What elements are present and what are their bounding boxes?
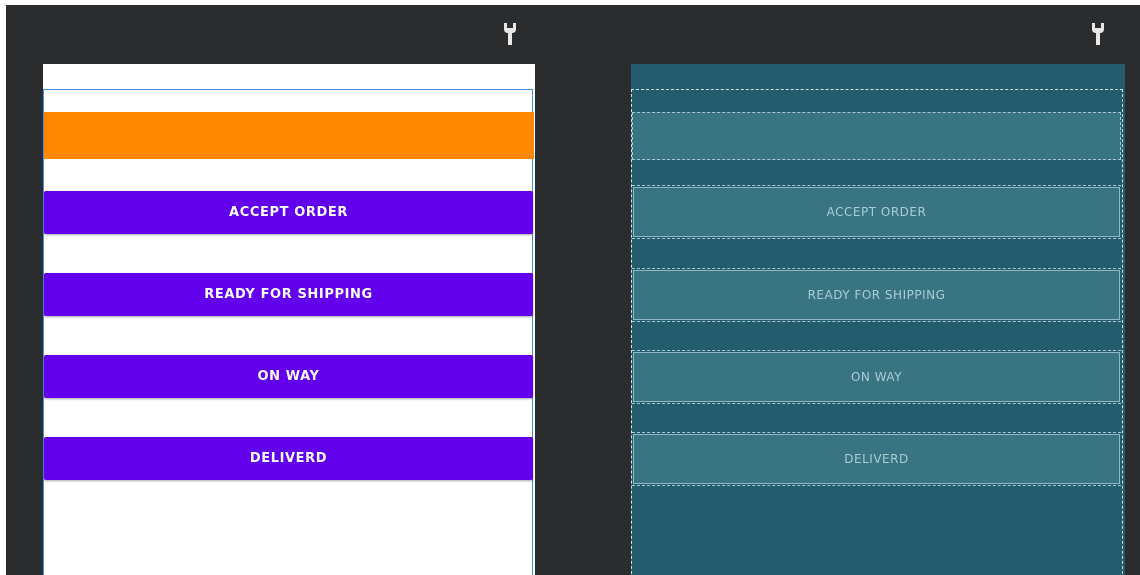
blueprint-delivered-button[interactable]: DELIVERD bbox=[632, 432, 1121, 486]
blueprint-header-bar[interactable] bbox=[632, 112, 1121, 160]
blueprint-ready-for-shipping-button[interactable]: READY FOR SHIPPING bbox=[632, 268, 1121, 322]
wrench-icon[interactable] bbox=[1091, 23, 1105, 45]
delivered-button[interactable]: DELIVERD bbox=[44, 437, 533, 480]
blueprint-root-outline[interactable] bbox=[631, 89, 1123, 575]
blueprint-accept-order-button[interactable]: ACCEPT ORDER bbox=[632, 185, 1121, 239]
design-surface[interactable]: ACCEPT ORDER READY FOR SHIPPING ON WAY D… bbox=[43, 64, 535, 575]
accept-order-button[interactable]: ACCEPT ORDER bbox=[44, 191, 533, 234]
layout-editor-canvas: ACCEPT ORDER READY FOR SHIPPING ON WAY D… bbox=[6, 5, 1140, 575]
wrench-icon[interactable] bbox=[503, 23, 517, 45]
header-bar[interactable] bbox=[44, 112, 534, 159]
root-layout-outline[interactable] bbox=[43, 89, 533, 575]
ready-for-shipping-button[interactable]: READY FOR SHIPPING bbox=[44, 273, 533, 316]
blueprint-surface[interactable]: ACCEPT ORDER READY FOR SHIPPING ON WAY D… bbox=[631, 64, 1125, 575]
on-way-button[interactable]: ON WAY bbox=[44, 355, 533, 398]
blueprint-on-way-button[interactable]: ON WAY bbox=[632, 350, 1121, 404]
